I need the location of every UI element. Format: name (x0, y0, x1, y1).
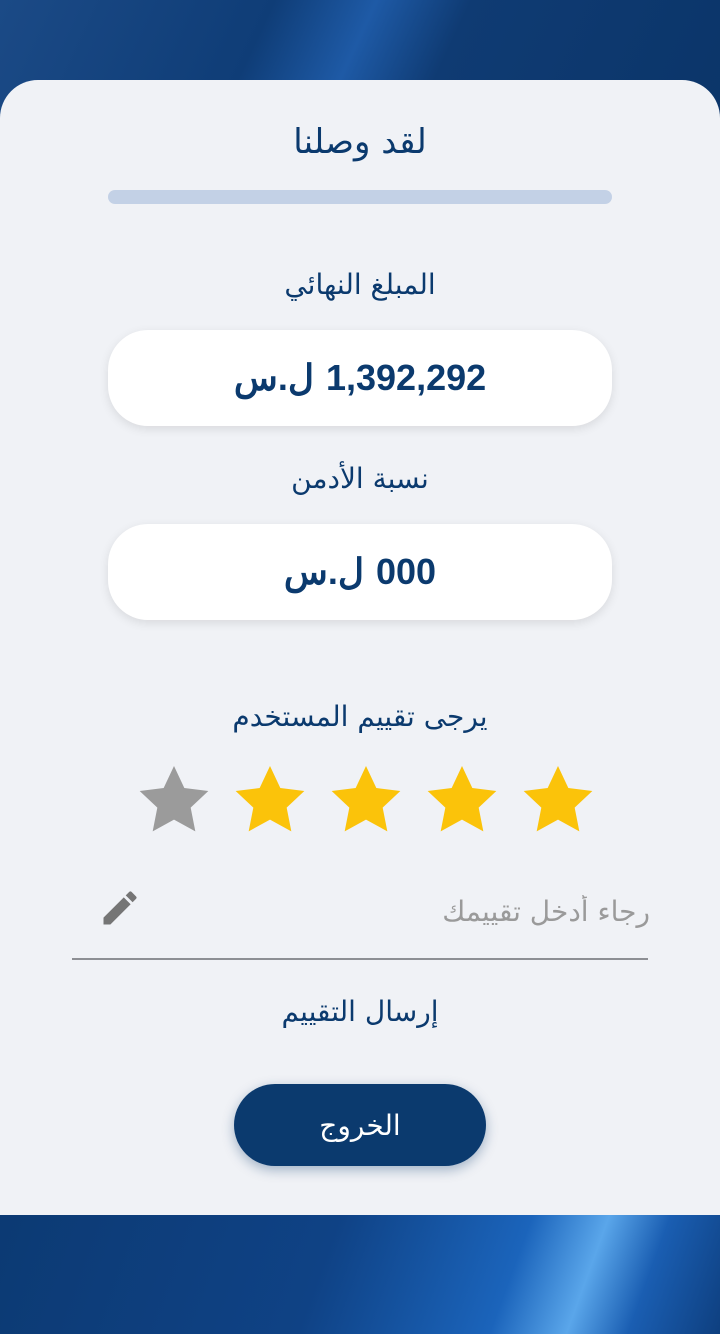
pencil-icon (103, 891, 137, 925)
submit-rating-button[interactable]: إرسال التقييم (0, 995, 720, 1028)
exit-button-label: الخروج (319, 1108, 401, 1142)
admin-share-value: 000 (376, 551, 437, 592)
star-icon[interactable] (518, 760, 598, 840)
trip-summary-card (0, 80, 720, 1215)
footer-background (0, 1200, 720, 1334)
review-field[interactable] (72, 870, 652, 960)
page-title: لقد وصلنا (293, 122, 427, 162)
star-icon[interactable] (422, 760, 502, 840)
final-amount-box: 1,392,292 ل.س (108, 330, 612, 426)
exit-button[interactable]: الخروج (234, 1084, 486, 1166)
trip-progress-bar (108, 190, 612, 204)
admin-share-label: نسبة الأدمن (291, 462, 429, 495)
final-amount-currency: ل.س (233, 357, 314, 398)
star-icon[interactable] (326, 760, 406, 840)
final-amount-value: 1,392,292 (325, 357, 487, 398)
review-input[interactable] (142, 882, 652, 940)
rating-prompt: يرجى تقييم المستخدم (232, 700, 488, 733)
admin-share-currency: ل.س (283, 551, 365, 592)
star-icon[interactable] (134, 760, 214, 840)
admin-share-box: 000 ل.س (108, 524, 612, 620)
final-amount-label: المبلغ النهائي (284, 268, 436, 301)
star-rating[interactable] (120, 760, 600, 840)
star-icon[interactable] (230, 760, 310, 840)
